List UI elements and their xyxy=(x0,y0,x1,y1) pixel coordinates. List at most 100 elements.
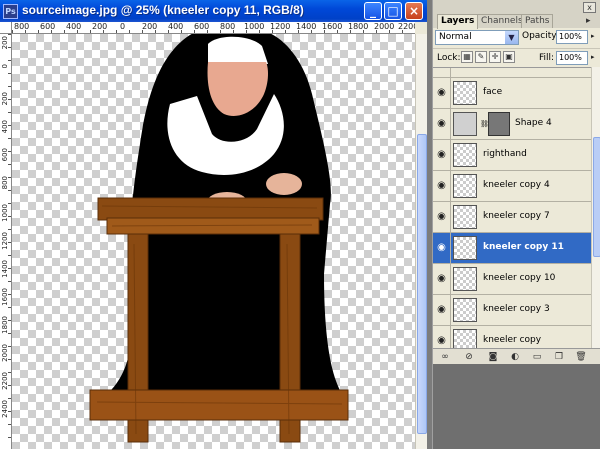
scrollbar-thumb[interactable] xyxy=(417,134,427,434)
fill-slider-arrow-icon[interactable]: ▸ xyxy=(591,53,595,61)
layer-row[interactable] xyxy=(433,68,591,78)
vertical-ruler[interactable]: 200 0 200 400 600 800 1000 1200 1400 160… xyxy=(0,34,12,449)
layer-thumbnail xyxy=(453,174,477,198)
image-canvas[interactable] xyxy=(12,34,415,449)
ruler-label: 1600 xyxy=(1,288,9,306)
folder-icon[interactable]: ▭ xyxy=(531,351,543,363)
palette-close-button[interactable]: x xyxy=(583,2,596,13)
blend-opacity-row: Normal ▼ Opacity: 100% ▸ xyxy=(433,28,600,46)
layer-row-kneeler-copy-4[interactable]: ◉ kneeler copy 4 xyxy=(433,171,591,202)
tab-channels[interactable]: Channels xyxy=(477,14,527,28)
layer-thumbnail xyxy=(453,298,477,322)
close-button[interactable]: × xyxy=(405,2,423,20)
document-title: sourceimage.jpg @ 25% (kneeler copy 11, … xyxy=(22,3,304,17)
lock-pixels-icon[interactable]: ✎ xyxy=(475,51,487,63)
layers-scrollbar[interactable] xyxy=(591,67,600,348)
maximize-button[interactable]: □ xyxy=(384,2,402,20)
trash-icon[interactable]: 🗑 xyxy=(575,351,587,363)
ruler-label: 200 xyxy=(92,22,108,31)
blend-mode-select[interactable]: Normal ▼ xyxy=(435,30,519,45)
layer-row-righthand[interactable]: ◉ righthand xyxy=(433,140,591,171)
ruler-label: 600 xyxy=(1,148,9,162)
kneeler-base-board xyxy=(89,389,349,421)
tab-layers[interactable]: Layers xyxy=(437,14,479,29)
layer-thumbnail xyxy=(453,112,477,136)
layer-row-kneeler-copy-7[interactable]: ◉ kneeler copy 7 xyxy=(433,202,591,233)
lock-fill-row: Lock: ▦ ✎ ✛ ▣ Fill: 100% ▸ xyxy=(433,48,600,66)
layers-palette: x Layers Channels Paths ▸ Normal ▼ Opaci… xyxy=(432,0,600,449)
ruler-label: 2200 xyxy=(398,22,415,31)
nun-kneeler-artwork xyxy=(89,34,349,443)
ruler-label: 2000 xyxy=(1,344,9,362)
photoshop-workspace: Ps sourceimage.jpg @ 25% (kneeler copy 1… xyxy=(0,0,600,449)
fill-input[interactable]: 100% xyxy=(556,51,588,65)
layer-thumbnail xyxy=(453,329,477,348)
visibility-eye-icon[interactable]: ◉ xyxy=(433,171,451,201)
ruler-label: 1400 xyxy=(296,22,317,31)
visibility-eye-icon[interactable]: ◉ xyxy=(433,295,451,325)
vector-mask-thumbnail xyxy=(488,112,510,136)
link-layers-icon[interactable]: ∞ xyxy=(439,351,451,363)
opacity-input[interactable]: 100% xyxy=(556,30,588,44)
layer-row-kneeler-copy-3[interactable]: ◉ kneeler copy 3 xyxy=(433,295,591,326)
new-layer-icon[interactable]: ❐ xyxy=(553,351,565,363)
ruler-label: 2200 xyxy=(1,372,9,390)
layer-row-kneeler-copy[interactable]: ◉ kneeler copy xyxy=(433,326,591,348)
layer-row-kneeler-copy-11[interactable]: ◉ kneeler copy 11 xyxy=(433,233,591,264)
visibility-eye-icon[interactable]: ◉ xyxy=(433,264,451,294)
ruler-label: 400 xyxy=(66,22,82,31)
lock-all-icon[interactable]: ▣ xyxy=(503,51,515,63)
fx-icon[interactable]: ⊘ xyxy=(463,351,475,363)
layer-name: righthand xyxy=(483,149,527,159)
ruler-label: 2400 xyxy=(1,400,9,418)
visibility-eye-icon[interactable] xyxy=(433,68,451,77)
ruler-label: 0 xyxy=(1,64,9,69)
opacity-slider-arrow-icon[interactable]: ▸ xyxy=(591,32,595,40)
layer-name: kneeler copy 11 xyxy=(483,242,564,252)
layer-name: kneeler copy 4 xyxy=(483,180,550,190)
chevron-down-icon: ▼ xyxy=(505,31,518,44)
tab-paths[interactable]: Paths xyxy=(521,14,554,28)
ruler-label: 200 xyxy=(1,36,9,50)
visibility-eye-icon[interactable]: ◉ xyxy=(433,326,451,348)
ruler-label: 600 xyxy=(194,22,210,31)
fill-label: Fill: xyxy=(539,53,555,63)
ruler-origin[interactable] xyxy=(0,22,12,34)
layer-name: kneeler copy 10 xyxy=(483,273,556,283)
document-window: Ps sourceimage.jpg @ 25% (kneeler copy 1… xyxy=(0,0,427,449)
mask-icon[interactable]: ◙ xyxy=(487,351,499,363)
horizontal-ruler[interactable]: 800 600 400 200 0 200 400 600 800 1000 1… xyxy=(12,22,415,34)
ruler-label: 1600 xyxy=(322,22,343,31)
visibility-eye-icon[interactable]: ◉ xyxy=(433,202,451,232)
ruler-label: 1800 xyxy=(1,316,9,334)
ruler-label: 600 xyxy=(40,22,56,31)
ruler-label: 800 xyxy=(14,22,30,31)
ruler-label: 400 xyxy=(1,120,9,134)
ruler-label: 1200 xyxy=(1,232,9,250)
ruler-label: 1400 xyxy=(1,260,9,278)
ruler-label: 200 xyxy=(142,22,158,31)
layer-name: Shape 4 xyxy=(515,118,552,128)
document-titlebar[interactable]: Ps sourceimage.jpg @ 25% (kneeler copy 1… xyxy=(0,0,427,22)
layer-thumbnail xyxy=(453,205,477,229)
minimize-button[interactable]: _ xyxy=(364,2,382,20)
layer-row-shape-4[interactable]: ◉ ⛓ Shape 4 xyxy=(433,109,591,140)
layer-row-face[interactable]: ◉ face xyxy=(433,78,591,109)
workspace-background xyxy=(433,364,600,449)
visibility-eye-icon[interactable]: ◉ xyxy=(433,233,451,263)
vertical-scrollbar[interactable] xyxy=(415,34,427,449)
visibility-eye-icon[interactable]: ◉ xyxy=(433,140,451,170)
layer-row-kneeler-copy-10[interactable]: ◉ kneeler copy 10 xyxy=(433,264,591,295)
ruler-label: 1000 xyxy=(1,204,9,222)
lock-position-icon[interactable]: ✛ xyxy=(489,51,501,63)
layer-thumbnail xyxy=(453,81,477,105)
visibility-eye-icon[interactable]: ◉ xyxy=(433,109,451,139)
lock-transparency-icon[interactable]: ▦ xyxy=(461,51,473,63)
adjustment-icon[interactable]: ◐ xyxy=(509,351,521,363)
ruler-label: 200 xyxy=(1,92,9,106)
ruler-label: 1200 xyxy=(270,22,291,31)
layer-thumbnail xyxy=(453,267,477,291)
visibility-eye-icon[interactable]: ◉ xyxy=(433,78,451,108)
palette-menu-icon[interactable]: ▸ xyxy=(586,16,591,26)
scrollbar-thumb[interactable] xyxy=(593,137,600,257)
